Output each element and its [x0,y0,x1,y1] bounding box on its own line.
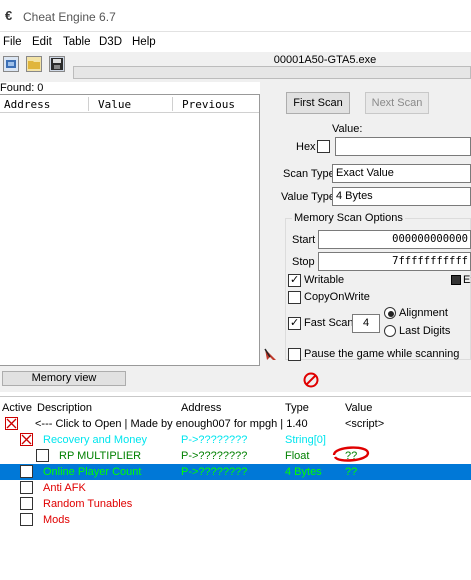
row-address: P->???????? [181,466,248,478]
table-row[interactable]: RP MULTIPLIER P->???????? Float ?? [0,446,471,464]
row-value: ?? [345,466,358,478]
copyonwrite-label: CopyOnWrite [304,291,370,303]
row-checkbox[interactable] [20,481,33,494]
hex-label: Hex [296,141,316,153]
memory-view-button[interactable]: Memory view [2,371,126,386]
row-type: 4 Bytes [285,466,322,478]
executable-checkbox[interactable] [451,275,461,285]
col-table-value[interactable]: Value [345,402,372,414]
row-type: String[0] [285,434,326,446]
stop-address-input[interactable]: 7fffffffffff [318,252,471,271]
stop-icon[interactable] [303,372,319,388]
hex-checkbox[interactable] [317,140,330,153]
col-description[interactable]: Description [37,402,92,414]
row-address: P->???????? [181,450,248,462]
next-scan-button[interactable]: Next Scan [365,92,429,114]
row-checkbox[interactable] [36,449,49,462]
row-description: Random Tunables [43,498,133,510]
title-bar: € Cheat Engine 6.7 [0,0,471,32]
scan-panel: First Scan Next Scan Value: Hex Scan Typ… [260,82,471,369]
start-label: Start [292,234,316,246]
col-type[interactable]: Type [285,402,309,414]
table-row[interactable]: <--- Click to Open | Made by enough007 f… [0,416,471,432]
row-description: <--- Click to Open | Made by enough007 f… [35,418,308,430]
first-scan-button[interactable]: First Scan [286,92,350,114]
copyonwrite-checkbox[interactable] [288,291,301,304]
writable-checkbox[interactable] [288,273,301,287]
col-value[interactable]: Value [98,98,131,111]
pause-game-checkbox[interactable] [288,348,301,361]
last-digits-label: Last Digits [399,325,451,337]
fast-scan-alignment-input[interactable]: 4 [352,314,380,333]
table-row-selected[interactable]: Online Player Count P->???????? 4 Bytes … [0,464,471,480]
fast-scan-checkbox[interactable] [288,316,301,330]
table-row[interactable]: Anti AFK [0,480,471,496]
col-active[interactable]: Active [2,402,32,414]
writable-label: Writable [304,274,345,286]
col-previous[interactable]: Previous [182,98,235,111]
menu-edit[interactable]: Edit [32,36,52,48]
scan-progress-bar [73,66,471,79]
table-row[interactable]: Recovery and Money P->???????? String[0] [0,432,471,448]
memory-scan-options-title: Memory Scan Options [292,212,405,224]
results-header: Address Value Previous [0,95,259,113]
menu-help[interactable]: Help [132,36,156,48]
row-checkbox[interactable] [20,513,33,526]
cheat-table[interactable]: Active Description Address Type Value <-… [0,399,471,580]
lower-toolbar: Memory view [0,366,471,392]
row-checkbox[interactable] [5,417,18,430]
row-checkbox[interactable] [20,497,33,510]
table-row[interactable]: Random Tunables [0,496,471,512]
row-value: <script> [345,418,385,430]
start-address-input[interactable]: 000000000000 [318,230,471,249]
scan-type-select[interactable]: Exact Value [332,164,471,183]
col-address[interactable]: Address [4,98,50,111]
table-row[interactable]: Mods [0,512,471,528]
highlight-circle-icon [332,446,370,462]
window-title: Cheat Engine 6.7 [23,10,116,24]
scan-type-label: Scan Type [283,168,335,180]
value-input[interactable] [335,137,471,156]
found-count: Found: 0 [0,82,44,94]
scan-results-list[interactable]: Address Value Previous [0,94,260,366]
executable-label: Exe [463,274,471,286]
col-table-address[interactable]: Address [181,402,221,414]
row-description: Anti AFK [43,482,86,494]
pointer-arrow-icon[interactable] [262,346,280,364]
row-description: Online Player Count [43,466,142,478]
row-type: Float [285,450,310,462]
menu-d3d[interactable]: D3D [99,36,122,48]
row-description: Mods [43,514,70,526]
menu-bar: File Edit Table D3D Help [0,34,471,51]
cheat-engine-logo-icon: € [5,8,13,23]
value-type-select[interactable]: 4 Bytes [332,187,471,206]
alignment-label: Alignment [399,307,448,319]
pause-game-label: Pause the game while scanning [304,348,460,360]
last-digits-radio[interactable] [384,325,396,337]
menu-file[interactable]: File [3,36,22,48]
row-checkbox[interactable] [20,433,33,446]
value-type-label: Value Type [281,191,336,203]
alignment-radio[interactable] [384,307,396,319]
row-description: RP MULTIPLIER [59,450,142,462]
row-checkbox[interactable] [20,465,33,478]
row-address: P->???????? [181,434,248,446]
open-process-icon[interactable] [3,56,19,72]
open-folder-icon[interactable] [26,56,42,72]
save-icon[interactable] [49,56,65,72]
splitter[interactable] [0,396,471,397]
row-description: Recovery and Money [43,434,147,446]
menu-table[interactable]: Table [63,36,91,48]
process-name: 00001A50-GTA5.exe [273,54,377,66]
fast-scan-label: Fast Scan [304,317,354,329]
value-label: Value: [332,123,363,135]
stop-label: Stop [292,256,315,268]
